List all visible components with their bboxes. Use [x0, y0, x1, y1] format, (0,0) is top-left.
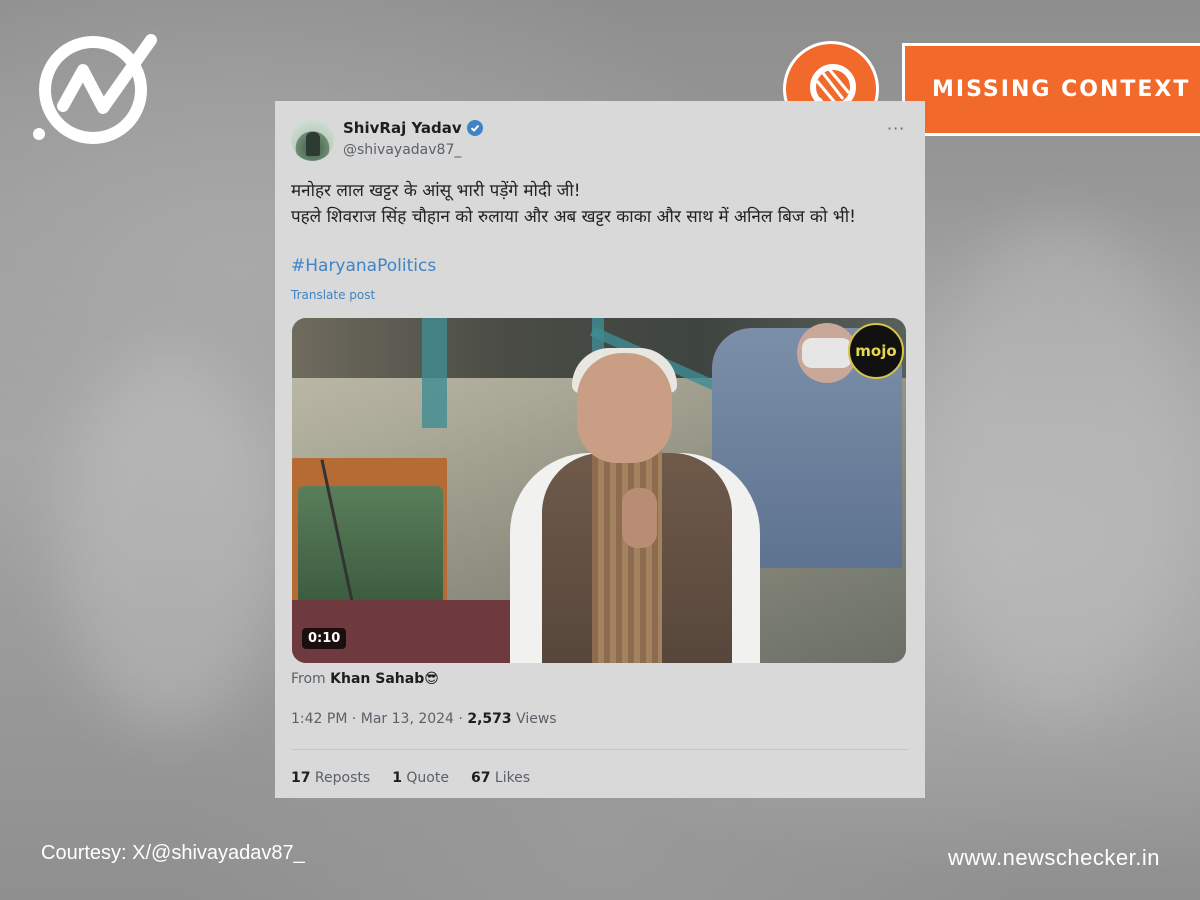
site-url: www.newschecker.in	[948, 845, 1160, 870]
tweet-text-line: पहले शिवराज सिंह चौहान को रुलाया और अब ख…	[291, 207, 856, 227]
timestamp[interactable]: 1:42 PM · Mar 13, 2024 ·	[291, 711, 467, 727]
newschecker-logo-icon	[33, 34, 157, 144]
views-count: 2,573	[467, 711, 512, 727]
from-label: From	[291, 671, 326, 687]
more-options-icon[interactable]: ···	[887, 119, 905, 138]
tweet-card[interactable]: ShivRaj Yadav @shivayadav87_ ··· मनोहर ल…	[275, 101, 925, 798]
courtesy-text: Courtesy: X/@shivayadav87_	[41, 842, 305, 864]
translate-post-link[interactable]: Translate post	[291, 288, 375, 302]
likes-stat[interactable]: 67 Likes	[471, 770, 530, 786]
source-name[interactable]: Khan Sahab😎	[330, 671, 439, 687]
video-player[interactable]: mojo 0:10	[292, 318, 906, 663]
background-blur	[930, 220, 1190, 720]
display-name-text[interactable]: ShivRaj Yadav	[343, 119, 462, 137]
quotes-stat[interactable]: 1 Quote	[392, 770, 449, 786]
avatar[interactable]	[291, 118, 334, 161]
divider	[291, 749, 909, 750]
verified-badge-icon	[466, 120, 483, 136]
hashtag-link[interactable]: #HaryanaPolitics	[291, 256, 436, 276]
video-duration: 0:10	[302, 628, 347, 649]
background-blur	[60, 350, 280, 730]
engagement-stats: 17 Reposts 1 Quote 67 Likes	[291, 770, 530, 786]
tweet-text-line: मनोहर लाल खट्टर के आंसू भारी पड़ेंगे मोद…	[291, 181, 581, 201]
mojo-watermark: mojo	[848, 323, 904, 379]
tweet-text: मनोहर लाल खट्टर के आंसू भारी पड़ेंगे मोद…	[291, 178, 901, 230]
missing-context-label: MISSING CONTEXT	[902, 43, 1200, 136]
video-source: From Khan Sahab😎	[291, 671, 439, 687]
reposts-stat[interactable]: 17 Reposts	[291, 770, 370, 786]
display-name[interactable]: ShivRaj Yadav	[343, 119, 483, 137]
views-label: Views	[511, 711, 557, 727]
user-handle[interactable]: @shivayadav87_	[343, 142, 461, 158]
tweet-meta: 1:42 PM · Mar 13, 2024 · 2,573 Views	[291, 711, 557, 727]
